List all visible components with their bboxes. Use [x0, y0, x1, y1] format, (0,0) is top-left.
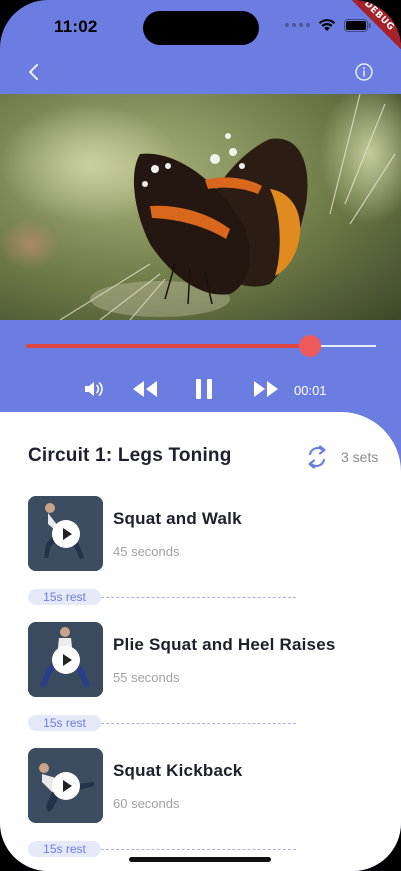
exercise-duration: 45 seconds: [113, 544, 180, 559]
butterfly-video-frame: [0, 94, 401, 320]
play-icon[interactable]: [52, 520, 80, 548]
exercise-name: Squat and Walk: [113, 509, 242, 528]
status-icons: [285, 18, 371, 32]
rest-badge: 15s rest: [28, 589, 101, 605]
chevron-left-icon[interactable]: [22, 60, 46, 84]
pause-icon[interactable]: [193, 378, 215, 400]
exercise-thumbnail[interactable]: [28, 748, 103, 823]
progress-thumb[interactable]: [298, 335, 321, 357]
wifi-icon: [318, 19, 336, 31]
video-player[interactable]: [0, 94, 401, 320]
exercise-item[interactable]: Squat and Walk 45 seconds: [28, 496, 378, 572]
exercise-thumbnail[interactable]: [28, 622, 103, 697]
camera-notch: [143, 11, 259, 45]
player-controls: 00:01: [0, 376, 401, 406]
info-icon[interactable]: [353, 61, 375, 83]
rest-dashed-line: [101, 723, 296, 724]
status-bar: 11:02 DEBUG: [0, 0, 401, 56]
fast-forward-icon[interactable]: [252, 378, 280, 400]
app-bar: [0, 56, 401, 94]
exercise-duration: 60 seconds: [113, 796, 180, 811]
play-icon[interactable]: [52, 772, 80, 800]
sets-count: 3 sets: [341, 449, 379, 465]
rest-dashed-line: [101, 597, 296, 598]
rewind-icon[interactable]: [131, 378, 159, 400]
exercise-item[interactable]: Plie Squat and Heel Raises 55 seconds: [28, 622, 378, 698]
rest-dashed-line: [101, 849, 296, 850]
exercise-name: Squat Kickback: [113, 761, 243, 780]
home-indicator: [129, 857, 271, 862]
progress-fill: [26, 344, 310, 348]
volume-icon[interactable]: [82, 378, 104, 400]
rest-divider: 15s rest: [28, 589, 298, 605]
exercise-duration: 55 seconds: [113, 670, 180, 685]
phone-screen: 11:02 DEBUG 00:01 Circuit 1: Legs Toning…: [0, 0, 401, 871]
status-time: 11:02: [54, 17, 98, 36]
rest-divider: 15s rest: [28, 841, 298, 857]
video-progress-slider[interactable]: [26, 335, 376, 357]
exercise-thumbnail[interactable]: [28, 496, 103, 571]
play-icon[interactable]: [52, 646, 80, 674]
circuit-title: Circuit 1: Legs Toning: [28, 445, 232, 466]
battery-icon: [344, 18, 371, 32]
rest-divider: 15s rest: [28, 715, 298, 731]
repeat-icon: [308, 445, 326, 469]
exercise-name: Plie Squat and Heel Raises: [113, 635, 336, 654]
rest-badge: 15s rest: [28, 841, 101, 857]
signal-icon: [285, 23, 310, 27]
exercise-item[interactable]: Squat Kickback 60 seconds: [28, 748, 378, 824]
circuit-sheet: Circuit 1: Legs Toning 3 sets Squat and …: [0, 412, 401, 871]
rest-badge: 15s rest: [28, 715, 101, 731]
elapsed-time: 00:01: [294, 383, 327, 398]
